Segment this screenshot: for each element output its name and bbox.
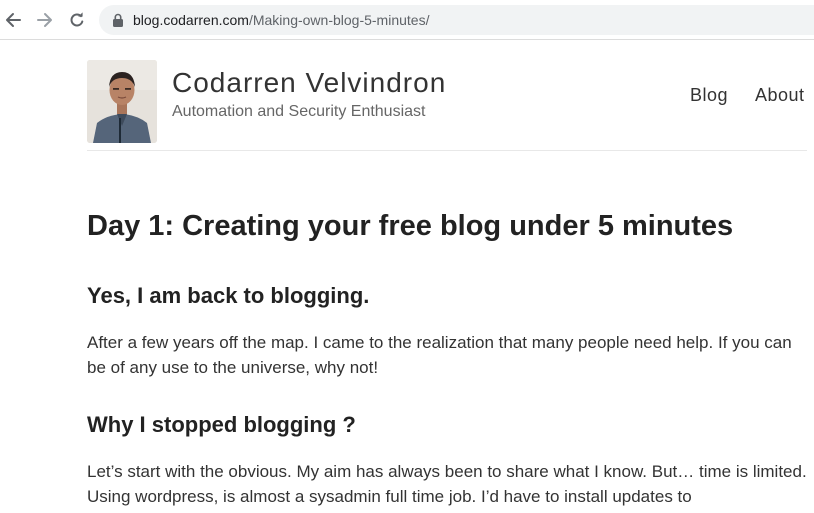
section-heading: Yes, I am back to blogging. [87, 283, 370, 308]
nav-link-about[interactable]: About [755, 84, 805, 106]
address-bar[interactable]: blog.codarren.com/Making-own-blog-5-minu… [99, 5, 814, 35]
url-host: blog.codarren.com [133, 12, 249, 28]
site-title[interactable]: Codarren Velvindron [172, 66, 446, 100]
reload-button[interactable] [65, 8, 89, 32]
url-path: /Making-own-blog-5-minutes/ [248, 12, 430, 28]
section-paragraph: After a few years off the map. I came to… [87, 333, 792, 377]
back-button[interactable] [1, 8, 25, 32]
author-photo [87, 60, 157, 143]
author-avatar[interactable] [87, 60, 157, 143]
section-heading: Why I stopped blogging ? [87, 412, 356, 437]
url-text[interactable]: blog.codarren.com/Making-own-blog-5-minu… [133, 12, 429, 28]
arrow-left-icon [6, 13, 21, 27]
lock-icon [113, 13, 123, 27]
post-title: Day 1: Creating your free blog under 5 m… [87, 210, 734, 242]
nav-link-blog[interactable]: Blog [690, 84, 728, 106]
section-paragraph: Let’s start with the obvious. My aim has… [87, 462, 807, 506]
arrow-right-icon [37, 13, 52, 27]
header-divider [87, 150, 807, 151]
forward-button[interactable] [33, 8, 57, 32]
site-tagline: Automation and Security Enthusiast [172, 103, 426, 120]
browser-toolbar: blog.codarren.com/Making-own-blog-5-minu… [0, 0, 814, 40]
reload-icon [70, 12, 84, 27]
